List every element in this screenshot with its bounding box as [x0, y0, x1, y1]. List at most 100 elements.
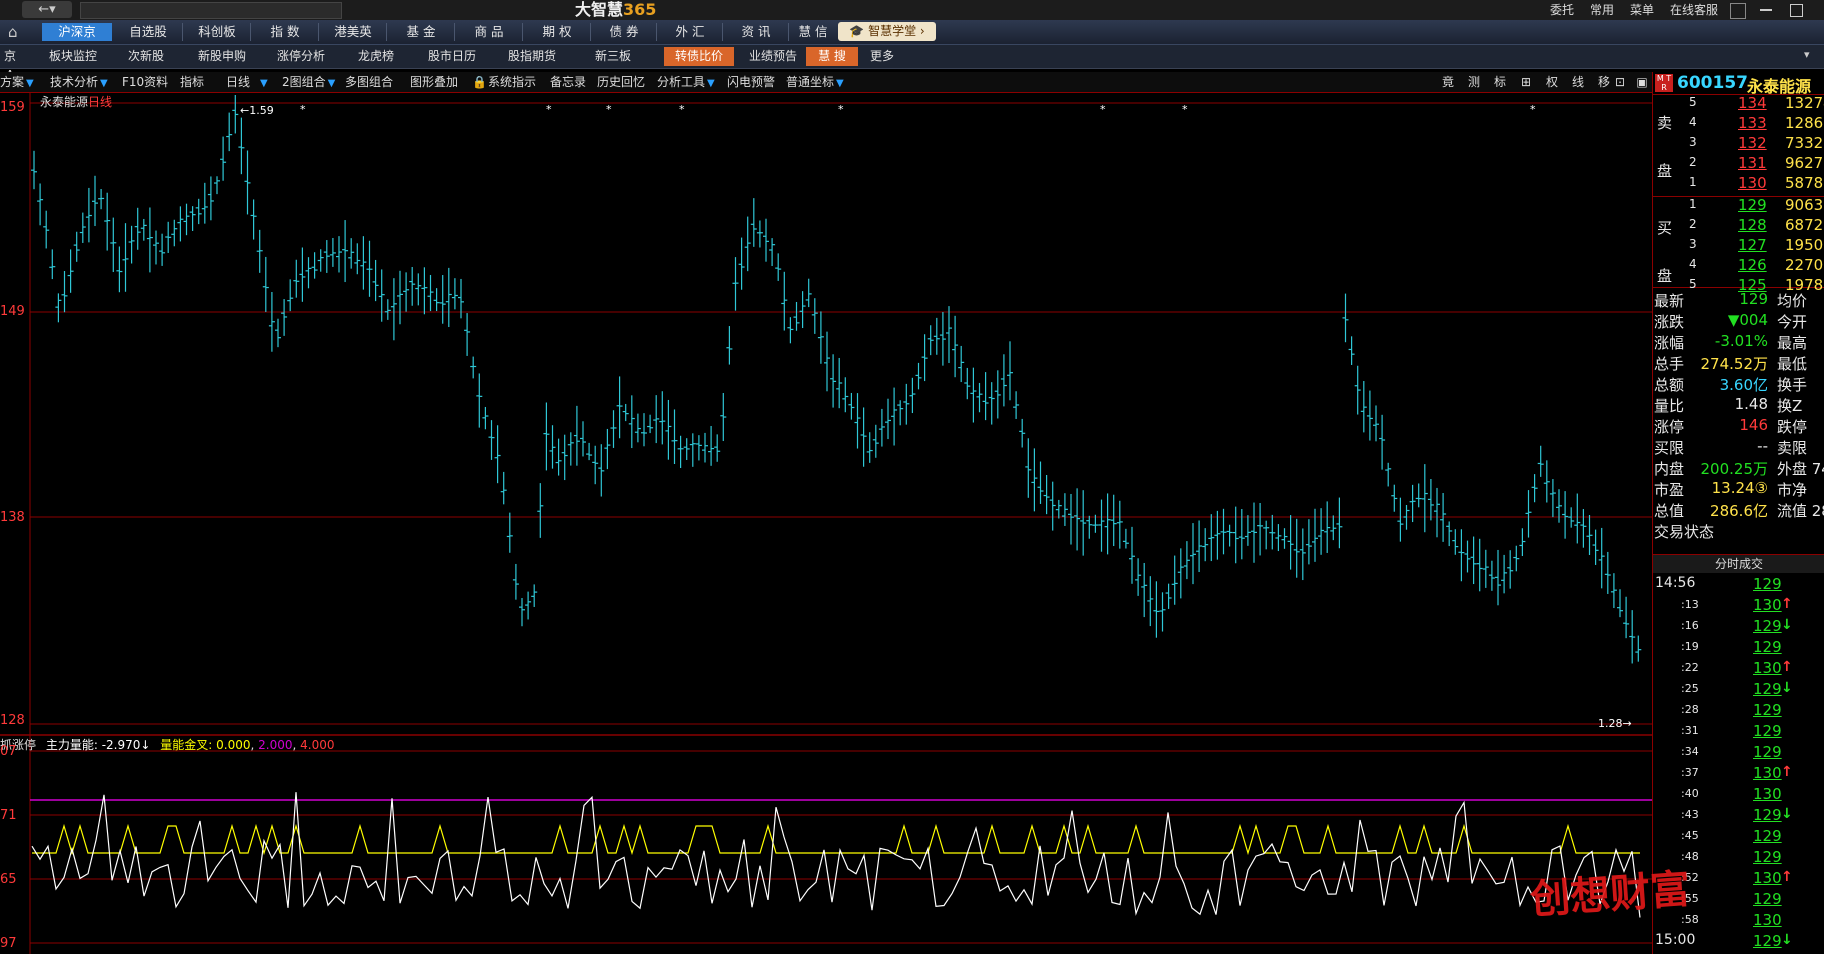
menu-star-market[interactable]: 科创板 — [184, 23, 251, 41]
tool-axis-label: 普通坐标 — [786, 75, 835, 89]
menu-hk-us-uk[interactable]: 港美英 — [320, 23, 387, 41]
edu-button[interactable]: 🎓 智慧学堂 › — [838, 22, 936, 41]
golden-cross-value-2: 2.000 — [258, 738, 293, 752]
sell-price[interactable]: 130 — [1738, 174, 1767, 192]
submenu-limit-up-analysis[interactable]: 涨停分析 — [268, 47, 334, 66]
tool-analysis-tools[interactable]: 分析工具 ▼ — [657, 74, 715, 90]
stat-right-label: 市净 — [1777, 481, 1808, 499]
address-bar[interactable] — [80, 2, 342, 19]
buy-price[interactable]: 126 — [1738, 256, 1767, 274]
sell-label-top: 卖 — [1657, 114, 1673, 132]
tick-time: :31 — [1681, 724, 1699, 737]
submenu-ipo-subscribe[interactable]: 新股申购 — [188, 47, 256, 66]
menu-watchlist[interactable]: 自选股 — [114, 23, 183, 41]
buy-price[interactable]: 127 — [1738, 236, 1767, 254]
tool-scheme[interactable]: 方案 ▼ — [0, 74, 34, 90]
menu-funds[interactable]: 基 金 — [388, 23, 455, 41]
stat-label: 量比 — [1654, 397, 1685, 415]
submenu-new-third-board[interactable]: 新三板 — [580, 47, 646, 66]
window-help-icon[interactable] — [1730, 3, 1746, 19]
tool-icon-compete[interactable]: 竟 — [1440, 74, 1456, 90]
tool-icon-mark[interactable]: 标 — [1492, 74, 1508, 90]
submenu-sector-monitor[interactable]: 板块监控 — [40, 47, 106, 66]
tool-icon-rights[interactable]: 权 — [1544, 74, 1560, 90]
stat-label: 买限 — [1654, 439, 1685, 457]
submenu-new-stocks[interactable]: 次新股 — [118, 47, 174, 66]
buy-level: 4 — [1689, 257, 1697, 271]
grid-icon[interactable]: ⊞ — [1518, 74, 1534, 90]
buy-price[interactable]: 128 — [1738, 216, 1767, 234]
fullscreen-icon[interactable]: ⊡ — [1612, 74, 1628, 90]
stat-value: 146 — [1739, 416, 1768, 434]
submenu-dragon-tiger[interactable]: 龙虎榜 — [348, 47, 404, 66]
stock-code: 600157 — [1677, 73, 1748, 93]
menu-forex[interactable]: 外 汇 — [658, 23, 723, 41]
tool-icon-move[interactable]: 移 — [1596, 74, 1612, 90]
menu-entrust[interactable]: 委托 — [1550, 0, 1574, 20]
signal-marker: * — [546, 103, 552, 116]
stat-right-label: 流值 28 — [1777, 502, 1824, 520]
sell-price[interactable]: 131 — [1738, 154, 1767, 172]
tool-f10[interactable]: F10资料 — [122, 74, 168, 90]
menu-common[interactable]: 常用 — [1590, 0, 1614, 20]
menu-index[interactable]: 指 数 — [252, 23, 319, 41]
sell-volume: 128693 — [1785, 114, 1824, 132]
submenu-market-calendar[interactable]: 股市日历 — [418, 47, 486, 66]
submenu-convertible-ratio[interactable]: 转债比价 — [664, 47, 734, 66]
sell-price[interactable]: 133 — [1738, 114, 1767, 132]
stat-right-label: 换Z — [1777, 397, 1803, 415]
tick-time: :43 — [1681, 808, 1699, 821]
minimize-icon[interactable] — [1760, 9, 1772, 11]
tool-multi-chart-combo[interactable]: 多图组合 — [345, 74, 393, 90]
tool-history-review[interactable]: 历史回忆 — [597, 74, 645, 90]
kline-chart[interactable]: * * * * * * * * — [0, 93, 1652, 954]
indicator-axis-label: 97 — [0, 936, 17, 951]
submenu-hui-search[interactable]: 慧 搜 — [806, 47, 858, 66]
tool-icon-measure[interactable]: 测 — [1466, 74, 1482, 90]
tick-arrow-icon: ↓ — [1781, 617, 1793, 633]
menu-commodities[interactable]: 商 品 — [456, 23, 523, 41]
menu-news[interactable]: 资 讯 — [724, 23, 789, 41]
tool-icon-line[interactable]: 线 — [1570, 74, 1586, 90]
menu-bonds[interactable]: 债 券 — [592, 23, 657, 41]
sell-price[interactable]: 134 — [1738, 94, 1767, 112]
tool-normal-axis[interactable]: 普通坐标 ▼ — [786, 74, 844, 90]
tool-overlay[interactable]: 图形叠加 — [410, 74, 458, 90]
brand-number: 365 — [623, 0, 657, 19]
price-axis-label: 149 — [0, 304, 25, 319]
tick-time: 15:00 — [1655, 932, 1696, 948]
tick-price: 130 — [1753, 659, 1782, 677]
panel-toggle-icon[interactable]: ▣ — [1634, 74, 1650, 90]
sell-price[interactable]: 132 — [1738, 134, 1767, 152]
tick-price: 130 — [1753, 596, 1782, 614]
tool-daily[interactable]: 日线 ▼ — [226, 74, 268, 90]
app-brand: 大智慧365 — [575, 0, 656, 20]
tool-memo[interactable]: 备忘录 — [550, 74, 586, 90]
submenu-index-futures[interactable]: 股指期货 — [498, 47, 566, 66]
tool-indicator[interactable]: 指标 — [180, 74, 204, 90]
maximize-icon[interactable] — [1790, 4, 1803, 17]
lock-icon[interactable]: 🔒 — [472, 74, 487, 90]
tool-tech-analysis[interactable]: 技术分析 ▼ — [50, 74, 108, 90]
submenu-jinga[interactable]: 京A — [0, 47, 20, 82]
back-forward-icon[interactable]: ←▾ — [22, 1, 72, 18]
menu-huixin[interactable]: 慧 信 — [790, 23, 836, 41]
dropdown-icon: ▼ — [26, 78, 34, 89]
stat-value: -- — [1757, 437, 1768, 455]
high-price-value: 1.59 — [249, 104, 274, 117]
menu-menu[interactable]: 菜单 — [1630, 0, 1654, 20]
menu-hushenjing[interactable]: 沪深京 — [42, 23, 112, 41]
buy-level: 2 — [1689, 217, 1697, 231]
submenu-earnings-forecast[interactable]: 业绩预告 — [742, 47, 804, 66]
home-icon[interactable]: ⌂ — [8, 23, 30, 41]
buy-price[interactable]: 129 — [1738, 196, 1767, 214]
submenu-more[interactable]: 更多 — [864, 47, 900, 66]
tool-scheme-label: 方案 — [0, 75, 25, 89]
tick-price: 130 — [1753, 869, 1782, 887]
submenu-dropdown-icon[interactable]: ▾ — [1804, 48, 1818, 64]
tool-flash-alert[interactable]: 闪电预警 — [727, 74, 775, 90]
menu-online-service[interactable]: 在线客服 — [1670, 0, 1718, 20]
menu-options[interactable]: 期 权 — [524, 23, 591, 41]
tool-two-chart-combo[interactable]: 2图组合 ▼ — [282, 74, 335, 90]
tool-system-signal[interactable]: 系统指示 — [488, 74, 536, 90]
